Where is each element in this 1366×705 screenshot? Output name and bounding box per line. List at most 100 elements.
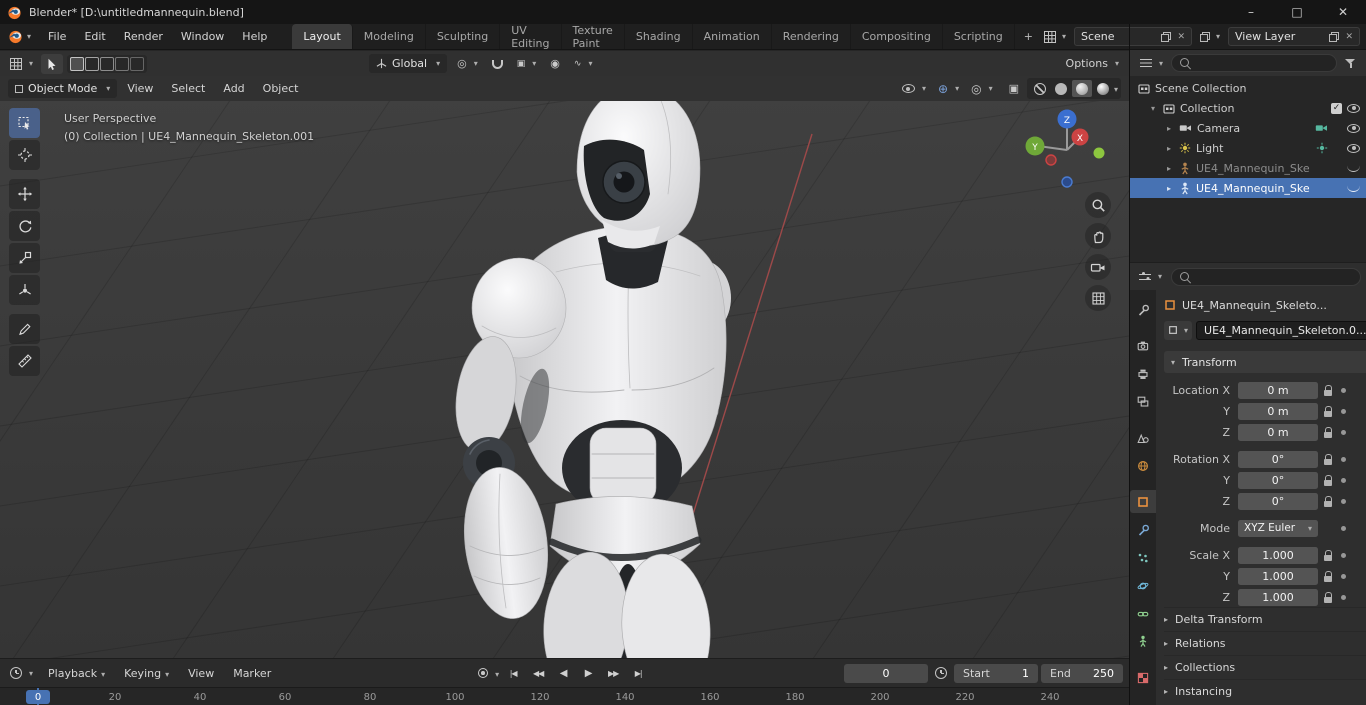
animate-dot[interactable]	[1341, 573, 1346, 579]
scale-x-field[interactable]: 1.000	[1238, 546, 1318, 564]
scale-tool[interactable]	[9, 243, 40, 273]
proportional-falloff-dropdown[interactable]: ∿	[570, 57, 597, 71]
particles-tab[interactable]	[1130, 546, 1156, 569]
shading-material-button[interactable]	[1071, 80, 1092, 97]
jump-to-end-button[interactable]: ▶|	[627, 664, 649, 683]
mode-dropdown[interactable]: Object Mode	[8, 79, 118, 98]
options-dropdown[interactable]: Options	[1062, 55, 1123, 72]
camera-view-button[interactable]	[1085, 254, 1111, 280]
cursor-tool[interactable]	[9, 140, 40, 170]
measure-tool[interactable]	[9, 346, 40, 376]
location-y-field[interactable]: 0 m	[1238, 402, 1318, 420]
timeline-ruler[interactable]: 20 40 60 80 100 120 140 160 180 200 220 …	[0, 687, 1129, 705]
outliner-filter-button[interactable]	[1341, 56, 1360, 71]
lock-icon[interactable]	[1324, 474, 1333, 486]
timeline-view-menu[interactable]: View	[180, 667, 222, 680]
properties-editor-type-button[interactable]	[1135, 269, 1166, 284]
world-tab[interactable]	[1130, 454, 1156, 477]
select-mode-extend[interactable]	[85, 56, 100, 71]
scale-y-field[interactable]: 1.000	[1238, 567, 1318, 585]
add-workspace-button[interactable]: +	[1015, 24, 1042, 49]
editor-type-button[interactable]	[6, 56, 37, 72]
expand-icon[interactable]: ▸	[1164, 144, 1174, 153]
workspace-tab-uv-editing[interactable]: UV Editing	[500, 24, 562, 50]
lock-icon[interactable]	[1324, 426, 1333, 438]
play-button[interactable]: ▶	[577, 664, 599, 683]
breadcrumb-object-name[interactable]: UE4_Mannequin_Skeleto...	[1182, 299, 1327, 312]
browse-view-layer-button[interactable]	[1198, 31, 1222, 42]
proportional-editing-toggle[interactable]: ◉	[546, 55, 564, 72]
workspace-tab-sculpting[interactable]: Sculpting	[426, 24, 501, 49]
texture-tab[interactable]	[1130, 666, 1156, 689]
remove-view-layer-icon[interactable]: ✕	[1345, 32, 1353, 42]
animate-dot[interactable]	[1341, 387, 1346, 393]
snap-settings-dropdown[interactable]: ▣	[513, 57, 541, 71]
object-visibility-dropdown[interactable]	[898, 82, 930, 95]
blender-menu-button[interactable]	[0, 24, 39, 49]
next-keyframe-button[interactable]: ▶▶	[602, 664, 624, 683]
new-view-layer-icon[interactable]	[1329, 31, 1340, 42]
lock-icon[interactable]	[1324, 591, 1333, 603]
animate-dot[interactable]	[1341, 456, 1346, 462]
frame-start-field[interactable]: Start 1	[954, 663, 1038, 683]
expand-icon[interactable]: ▸	[1164, 164, 1174, 173]
menu-edit[interactable]: Edit	[75, 24, 114, 49]
outliner-row-camera[interactable]: ▸ Camera	[1130, 118, 1366, 138]
eye-open-icon[interactable]	[1347, 143, 1360, 153]
render-tab[interactable]	[1130, 334, 1156, 357]
current-frame-field[interactable]: 0	[844, 663, 928, 683]
lock-icon[interactable]	[1324, 453, 1333, 465]
keying-menu[interactable]: Keying	[116, 667, 177, 680]
select-mode-subtract[interactable]	[100, 56, 115, 71]
properties-search-input[interactable]	[1171, 267, 1361, 286]
annotate-tool[interactable]	[9, 314, 40, 344]
eye-open-icon[interactable]	[1347, 103, 1360, 113]
expand-icon[interactable]: ▸	[1164, 124, 1174, 133]
active-tool-button[interactable]	[41, 53, 64, 74]
zoom-button[interactable]	[1085, 192, 1111, 218]
rotation-z-field[interactable]: 0°	[1238, 492, 1318, 510]
scene-selector[interactable]: Scene ✕	[1073, 27, 1192, 46]
viewport-3d[interactable]: Object Mode View Select Add Object ⊕ ◎ ▣	[0, 76, 1129, 658]
scale-z-field[interactable]: 1.000	[1238, 588, 1318, 606]
modifiers-tab[interactable]	[1130, 518, 1156, 541]
animate-dot[interactable]	[1341, 594, 1346, 600]
frame-end-field[interactable]: End 250	[1041, 663, 1123, 683]
close-button[interactable]: ✕	[1320, 0, 1366, 24]
keying-settings-dropdown[interactable]	[495, 667, 499, 680]
lock-icon[interactable]	[1324, 384, 1333, 396]
browse-scene-button[interactable]	[1042, 30, 1068, 43]
rotation-mode-dropdown[interactable]: XYZ Euler	[1238, 519, 1318, 537]
rotation-y-field[interactable]: 0°	[1238, 471, 1318, 489]
viewport-menu-object[interactable]: Object	[255, 82, 307, 95]
animate-dot[interactable]	[1341, 552, 1346, 558]
workspace-tab-compositing[interactable]: Compositing	[851, 24, 943, 49]
lock-icon[interactable]	[1324, 405, 1333, 417]
mannequin-object[interactable]	[448, 85, 731, 658]
viewport-3d-scene[interactable]	[0, 76, 1129, 658]
animate-dot[interactable]	[1341, 477, 1346, 483]
section-collections[interactable]: ▸ Collections	[1164, 655, 1366, 679]
unlink-scene-icon[interactable]: ✕	[1177, 32, 1185, 42]
workspace-tab-layout[interactable]: Layout	[292, 24, 353, 49]
transform-tool[interactable]	[9, 275, 40, 305]
shading-solid-button[interactable]	[1051, 80, 1071, 97]
menu-help[interactable]: Help	[233, 24, 276, 49]
data-tab[interactable]	[1130, 630, 1156, 653]
constraints-tab[interactable]	[1130, 602, 1156, 625]
workspace-tab-texture-paint[interactable]: Texture Paint	[562, 24, 625, 50]
outliner-row-mannequin-1[interactable]: ▸ UE4_Mannequin_Ske	[1130, 158, 1366, 178]
preview-range-toggle[interactable]	[931, 665, 951, 681]
lock-icon[interactable]	[1324, 495, 1333, 507]
tool-tab[interactable]	[1130, 298, 1156, 321]
animate-dot[interactable]	[1341, 408, 1346, 414]
lock-icon[interactable]	[1324, 549, 1333, 561]
shading-rendered-button[interactable]	[1093, 80, 1113, 97]
section-delta-transform[interactable]: ▸ Delta Transform	[1164, 607, 1366, 631]
move-tool[interactable]	[9, 179, 40, 209]
view-layer-selector[interactable]: View Layer ✕	[1228, 27, 1360, 46]
play-reverse-button[interactable]: ◀	[552, 664, 574, 683]
section-instancing[interactable]: ▸ Instancing	[1164, 679, 1366, 703]
transform-orientation-dropdown[interactable]: Global	[369, 54, 448, 73]
timeline-editor-type-button[interactable]	[6, 665, 37, 681]
